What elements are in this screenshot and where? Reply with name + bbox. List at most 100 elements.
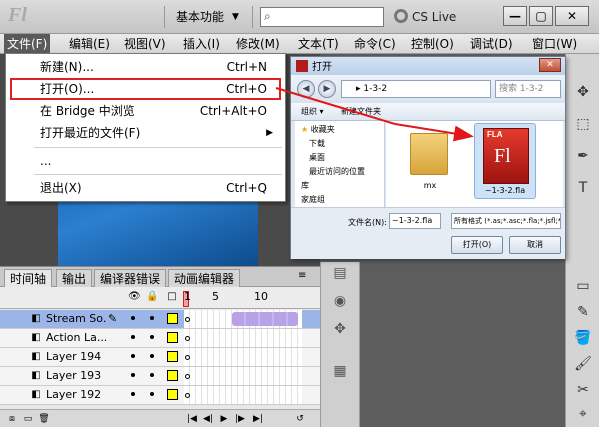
outline-color-swatch[interactable] [167,389,178,400]
brush-tool-icon[interactable]: 🖌 [573,354,593,374]
layer-row[interactable]: ◧ Layer 192 [0,386,320,405]
pencil-tool-icon[interactable]: ✎ [573,302,593,322]
open-button[interactable]: 打开(O) [451,236,503,254]
eye-icon[interactable]: 👁 [128,291,141,303]
pen-tool-icon[interactable]: ✒ [573,146,593,166]
lock-icon[interactable]: 🔒 [146,291,158,303]
menu-insert[interactable]: 插入(I) [180,34,223,54]
frame-track[interactable] [184,329,302,347]
lock-dot[interactable] [150,373,154,377]
tree-item-homegroup[interactable]: 家庭组 [301,193,325,207]
paint-bucket-icon[interactable]: 🪣 [573,328,593,348]
selection-tool-icon[interactable]: ✥ [573,82,593,102]
lock-dot[interactable] [150,335,154,339]
file-type-select[interactable]: 所有格式 (*.as;*.asc;*.fla;*.jsfl;* [451,213,561,229]
keyframe[interactable] [185,355,190,360]
tree-item-libraries[interactable]: 库 [301,179,309,193]
menu-item-browse-bridge[interactable]: 在 Bridge 中浏览 Ctrl+Alt+O [6,100,285,122]
workspace-switcher[interactable]: 基本功能 ▼ [172,6,244,28]
keyframe[interactable] [185,393,190,398]
tree-item-recent[interactable]: 最近访问的位置 [309,165,365,179]
fla-file-item[interactable]: FLA Fl ~1-3-2.fla [474,123,536,199]
bone-tool-icon[interactable]: ✂ [573,380,593,400]
menu-view[interactable]: 视图(V) [121,34,169,54]
menu-debug[interactable]: 调试(D) [467,34,516,54]
motion-presets-icon[interactable]: ✥ [329,318,351,340]
tree-item-favorites[interactable]: ★ 收藏夹 [301,123,335,137]
cancel-button[interactable]: 取消 [509,236,561,254]
panel-menu-icon[interactable]: ≡ [298,270,306,281]
keyframe[interactable] [185,336,190,341]
lock-dot[interactable] [150,316,154,320]
maximize-button[interactable]: ▢ [529,6,553,26]
menu-edit[interactable]: 编辑(E) [66,34,113,54]
visibility-dot[interactable] [131,335,135,339]
eyedropper-tool-icon[interactable]: ⌖ [573,404,593,424]
back-button[interactable]: ◀ [297,80,315,98]
menu-commands[interactable]: 命令(C) [351,34,399,54]
visibility-dot[interactable] [131,392,135,396]
menu-item-new[interactable]: 新建(N)... Ctrl+N [6,56,285,78]
outline-color-swatch[interactable] [167,370,178,381]
previous-frame-icon[interactable]: ◀| [202,413,214,425]
tab-compiler-errors[interactable]: 编译器错误 [94,269,167,287]
new-folder-icon[interactable]: ▭ [22,413,34,425]
visibility-dot[interactable] [131,316,135,320]
outline-color-swatch[interactable] [167,351,178,362]
components-icon[interactable]: ◉ [329,290,351,312]
keyframe[interactable] [185,317,190,322]
filename-input[interactable]: ~1-3-2.fla [389,213,441,229]
lock-dot[interactable] [150,354,154,358]
lock-dot[interactable] [150,392,154,396]
dialog-close-button[interactable]: ✕ [539,58,561,72]
menu-item-open[interactable]: 打开(O)... Ctrl+O [10,78,281,100]
menu-window[interactable]: 窗口(W) [529,34,580,54]
subselection-tool-icon[interactable]: ⬚ [573,114,593,134]
project-icon[interactable]: ▦ [329,360,351,382]
frame-track[interactable] [184,386,302,404]
tree-item-downloads[interactable]: 下载 [309,137,325,151]
menu-file[interactable]: 文件(F) [4,34,51,54]
menu-item-open-recent[interactable]: 打开最近的文件(F) ▶ [6,122,285,144]
folder-item[interactable]: mx [408,127,452,191]
layer-row[interactable]: ◧ Action La... [0,329,320,348]
layer-row[interactable]: ◧ Stream So... ✎ [0,310,320,329]
new-layer-icon[interactable]: ⧈ [6,413,18,425]
menu-modify[interactable]: 修改(M) [233,34,283,54]
menu-item-exit[interactable]: 退出(X) Ctrl+Q [6,177,285,199]
tab-motion-editor[interactable]: 动画编辑器 [168,269,241,287]
loop-icon[interactable]: ↺ [294,413,306,425]
menu-control[interactable]: 控制(O) [408,34,457,54]
visibility-dot[interactable] [131,354,135,358]
outline-color-swatch[interactable] [167,313,178,324]
cs-live-button[interactable]: CS Live [394,7,474,27]
dialog-search-input[interactable]: 搜索 1-3-2 [495,80,561,98]
frame-track[interactable] [184,367,302,385]
outline-color-swatch[interactable] [167,332,178,343]
menu-item-more[interactable]: ... [6,150,285,172]
address-bar[interactable]: ▸ 1-3-2 [341,80,491,98]
forward-button[interactable]: ▶ [318,80,336,98]
visibility-dot[interactable] [131,373,135,377]
menu-text[interactable]: 文本(T) [295,34,342,54]
layer-row[interactable]: ◧ Layer 194 [0,348,320,367]
keyframe[interactable] [185,374,190,379]
delete-layer-icon[interactable]: 🗑 [38,413,50,425]
tree-item-desktop[interactable]: 桌面 [309,151,325,165]
rectangle-tool-icon[interactable]: ▭ [573,276,593,296]
play-icon[interactable]: ▶ [218,413,230,425]
layer-row[interactable]: ◧ Layer 193 [0,367,320,386]
outline-icon[interactable]: □ [166,291,178,303]
minimize-button[interactable]: — [503,6,527,26]
last-frame-icon[interactable]: ▶| [252,413,264,425]
frame-track[interactable] [184,348,302,366]
close-button[interactable]: ✕ [555,6,589,26]
organize-button[interactable]: 组织 ▾ [301,103,324,121]
next-frame-icon[interactable]: |▶ [234,413,246,425]
tab-timeline[interactable]: 时间轴 [4,269,53,287]
library-icon[interactable]: ▤ [329,262,351,284]
help-search-input[interactable]: ⌕ [260,7,384,27]
text-tool-icon[interactable]: T [573,178,593,198]
tab-output[interactable]: 输出 [56,269,93,287]
new-folder-button[interactable]: 新建文件夹 [341,103,381,121]
